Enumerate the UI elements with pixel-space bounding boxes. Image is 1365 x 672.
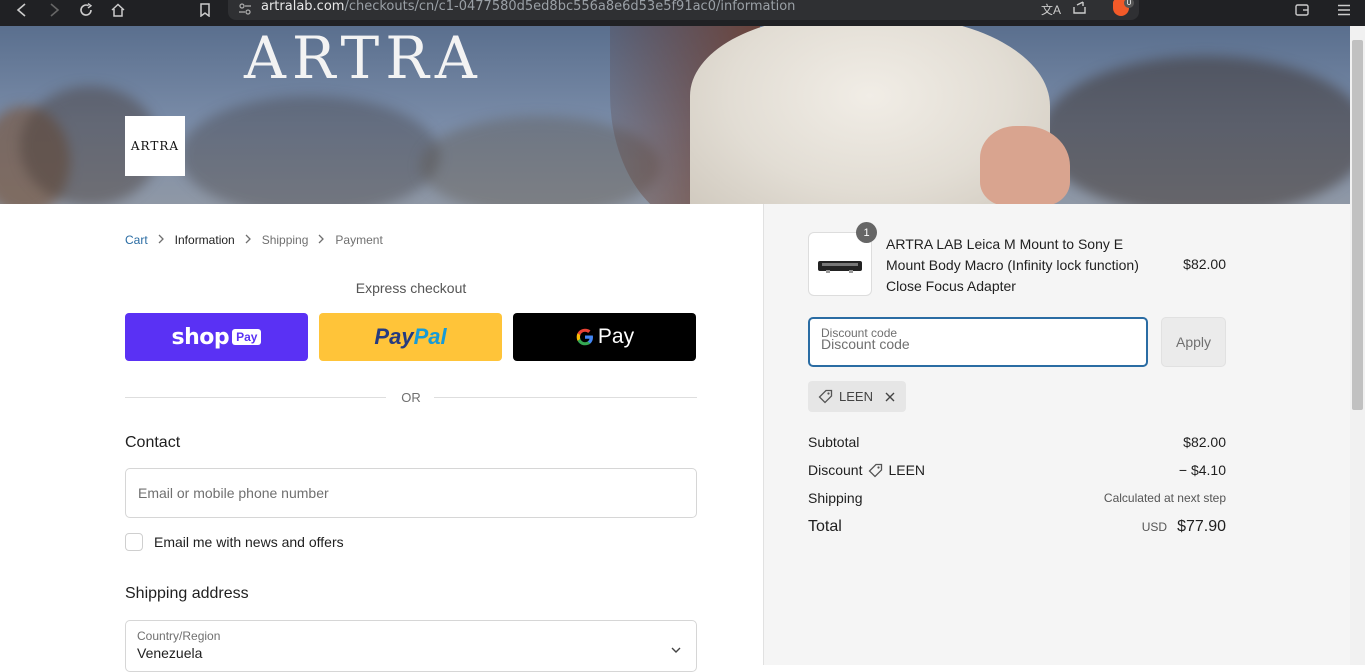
url-path: /checkouts/cn/c1-0477580d5ed8bc556a8e6d5… xyxy=(344,0,796,14)
breadcrumb-shipping: Shipping xyxy=(261,233,309,247)
bookmark-icon[interactable] xyxy=(195,0,215,20)
wallet-icon[interactable] xyxy=(1292,0,1312,20)
breadcrumb-payment: Payment xyxy=(335,233,383,247)
store-logo[interactable]: ARTRA xyxy=(125,116,185,176)
chevron-right-icon xyxy=(245,233,252,247)
email-field[interactable]: Email or mobile phone number xyxy=(125,468,697,518)
url-text: artralab.com/checkouts/cn/c1-0477580d5ed… xyxy=(261,0,795,20)
product-quantity-badge: 1 xyxy=(856,222,877,243)
chevron-down-icon xyxy=(671,641,681,659)
country-value: Venezuela xyxy=(137,645,203,661)
brave-shield-badge: 0 xyxy=(1124,0,1134,8)
email-placeholder: Email or mobile phone number xyxy=(138,485,329,501)
total-label: Total xyxy=(808,518,842,535)
google-pay-label: Pay xyxy=(597,325,635,348)
share-icon[interactable] xyxy=(1073,1,1087,19)
page-scrollbar[interactable] xyxy=(1350,26,1365,665)
or-divider: OR xyxy=(125,390,697,405)
address-bar[interactable]: artralab.com/checkouts/cn/c1-0477580d5ed… xyxy=(228,0,1139,20)
paypal-logo-pal: Pal xyxy=(413,324,447,349)
translate-icon[interactable]: 文A xyxy=(1041,1,1061,18)
scrollbar-thumb[interactable] xyxy=(1352,40,1363,410)
discount-row: Discount LEEN − $4.10 xyxy=(808,462,1226,478)
home-icon[interactable] xyxy=(108,0,128,20)
paypal-button[interactable]: Pay Pal xyxy=(319,313,502,361)
chevron-right-icon xyxy=(158,233,165,247)
contact-heading: Contact xyxy=(125,434,181,451)
remove-discount-icon[interactable] xyxy=(885,392,895,402)
forward-icon[interactable] xyxy=(44,0,64,20)
tag-icon xyxy=(868,463,883,478)
subtotal-value: $82.00 xyxy=(1183,434,1226,450)
breadcrumb-information: Information xyxy=(174,233,235,247)
shop-pay-logo: shop xyxy=(171,324,230,350)
shop-pay-badge: Pay xyxy=(232,329,262,345)
total-row: Total USD $77.90 xyxy=(808,518,1226,536)
applied-discount-tag: LEEN xyxy=(808,381,906,412)
hero-brand-text: ARTRA xyxy=(244,26,483,92)
shipping-address-heading: Shipping address xyxy=(125,585,249,602)
browser-toolbar: artralab.com/checkouts/cn/c1-0477580d5ed… xyxy=(0,0,1365,26)
site-info-icon[interactable] xyxy=(238,2,252,20)
lens-adapter-image xyxy=(818,261,862,273)
reload-icon[interactable] xyxy=(76,0,96,20)
newsletter-checkbox[interactable] xyxy=(125,533,143,551)
back-icon[interactable] xyxy=(12,0,32,20)
menu-icon[interactable] xyxy=(1334,0,1354,20)
google-pay-button[interactable]: Pay xyxy=(513,313,696,361)
divider-line xyxy=(434,397,697,398)
subtotal-label: Subtotal xyxy=(808,434,860,450)
chevron-right-icon xyxy=(318,233,325,247)
total-value: $77.90 xyxy=(1177,518,1226,535)
discount-value: − $4.10 xyxy=(1178,462,1226,478)
subtotal-row: Subtotal $82.00 xyxy=(808,434,1226,450)
total-currency: USD xyxy=(1141,520,1168,534)
google-g-icon xyxy=(575,327,595,347)
hero-banner: ARTRA ARTRA xyxy=(0,26,1350,204)
newsletter-label: Email me with news and offers xyxy=(154,534,344,550)
shop-pay-button[interactable]: shop Pay xyxy=(125,313,308,361)
tag-icon xyxy=(818,389,833,404)
country-select[interactable]: Country/Region Venezuela xyxy=(125,620,697,672)
apply-button[interactable]: Apply xyxy=(1161,317,1226,367)
shipping-label: Shipping xyxy=(808,490,863,506)
discount-code-placeholder: Discount code xyxy=(821,336,910,352)
breadcrumb: Cart Information Shipping Payment xyxy=(125,233,383,247)
express-checkout-title: Express checkout xyxy=(355,280,467,296)
discount-row-code: LEEN xyxy=(888,462,926,478)
country-label: Country/Region xyxy=(137,629,221,643)
discount-row-label: Discount xyxy=(808,462,863,478)
paypal-logo-pay: Pay xyxy=(374,324,414,349)
url-domain: artralab.com xyxy=(261,0,345,14)
hero-hand xyxy=(980,126,1070,204)
shipping-value: Calculated at next step xyxy=(1103,491,1226,505)
product-name: ARTRA LAB Leica M Mount to Sony E Mount … xyxy=(886,236,1139,294)
breadcrumb-cart[interactable]: Cart xyxy=(125,233,148,247)
discount-code-field[interactable]: Discount code Discount code xyxy=(808,317,1148,367)
shipping-row: Shipping Calculated at next step xyxy=(808,490,1226,506)
product-price: $82.00 xyxy=(1183,256,1226,272)
applied-discount-code: LEEN xyxy=(839,389,873,404)
